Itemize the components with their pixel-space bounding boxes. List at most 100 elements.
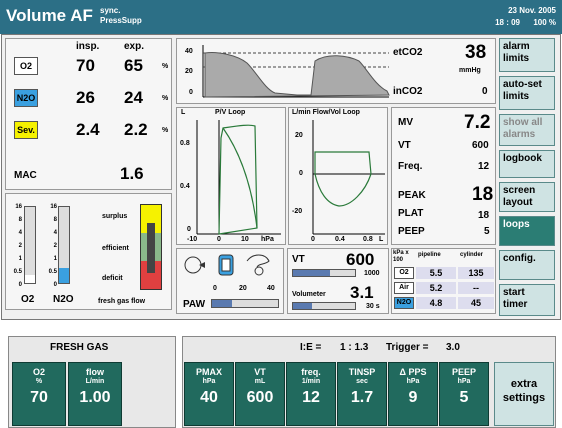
setting-value-1: 600	[246, 389, 274, 406]
pv-loop-panel: P/V Loop L 0.8 0.4 0 -10 0 10 hPa	[176, 107, 286, 245]
fv-tick-20: 20	[295, 132, 303, 139]
n2o-flow-level	[59, 267, 69, 283]
setting-unit-2: 1/min	[301, 378, 321, 385]
freq-label: Freq.	[398, 161, 423, 172]
vt-value: 600	[472, 140, 489, 151]
peak-value: 18	[472, 184, 494, 205]
fg-name-0: O2	[32, 367, 45, 377]
fresh-gas-flow-button[interactable]: flow L/min 1.00	[68, 362, 122, 426]
flow-scale-0-3: 2	[18, 243, 22, 249]
etco2-value: 38	[465, 42, 487, 63]
gas-exp-2: 2.2	[124, 120, 148, 139]
pv-xtick-10: 10	[241, 236, 249, 243]
setting-name-0: PMAX	[195, 367, 222, 377]
volumeter-time: 30 s	[366, 303, 380, 310]
extra-settings-button[interactable]: extra settings	[494, 362, 554, 426]
flow-scale-1-5: 0.5	[48, 269, 57, 275]
side-menu-config-[interactable]: config.	[499, 250, 555, 280]
setting-name-2: freq.	[301, 367, 321, 377]
volumeter-bar-level	[293, 303, 312, 309]
ventilation-mode: Volume AF	[6, 6, 93, 25]
setting-4-button[interactable]: Δ PPS hPa 9	[388, 362, 438, 426]
flow-scale-1-0: 16	[50, 204, 57, 210]
efficiency-bar	[140, 204, 162, 290]
supply-cylinder-2: 45	[458, 297, 494, 309]
flow-scale-1-2: 4	[53, 230, 57, 236]
supply-gas-1: Air	[394, 282, 414, 294]
supply-pipeline-0: 5.5	[416, 267, 456, 279]
setting-unit-0: hPa	[202, 378, 216, 385]
fresh-gas-flow-caption: fresh gas flow	[98, 298, 146, 305]
fresh-gas-O2-button[interactable]: O2% 70	[12, 362, 66, 426]
paw-tick-0: 0	[213, 285, 217, 292]
efficient-label: efficient	[102, 245, 129, 252]
peep-value: 5	[484, 226, 490, 237]
surplus-label: surplus	[102, 213, 128, 220]
vt-bar-level	[293, 270, 331, 276]
paw-bar-level	[212, 300, 232, 307]
flow-scale-1-4: 1	[53, 256, 57, 262]
side-menu-loops[interactable]: loops	[499, 216, 555, 246]
pv-loop-chart	[196, 120, 281, 235]
capnogram-panel: 40 20 0 etCO2 38 mmHg inCO2 0	[176, 38, 496, 104]
extra-settings-label: extra settings	[502, 378, 546, 404]
trigger-value: 3.0	[446, 342, 460, 353]
setting-name-1: VT	[254, 367, 266, 377]
flow-scale-0-2: 4	[18, 230, 22, 236]
side-menu-alarm-limits[interactable]: alarm limits	[499, 38, 555, 72]
setting-value-4: 9	[408, 389, 418, 406]
side-menu-start-timer[interactable]: start timer	[499, 284, 555, 316]
flow-scale-0-5: 0.5	[13, 269, 22, 275]
setting-3-button[interactable]: TINSP sec 1.7	[337, 362, 387, 426]
supply-pipeline-2: 4.8	[416, 297, 456, 309]
supply-unit: kPa x 100	[393, 250, 409, 263]
etco2-unit: mmHg	[459, 67, 481, 74]
flowmeter-panel: 16 8 4 2 1 0.5 0 16 8 4 2 1 0.5 0 O2 N2O surplus eff…	[5, 193, 172, 310]
freq-value: 12	[478, 161, 490, 172]
fg-value-1: 1.00	[79, 389, 111, 406]
peak-label: PEAK	[398, 190, 426, 201]
fv-xtick-0: 0	[311, 236, 315, 243]
vt-bar	[292, 269, 356, 277]
supply-cylinder-1: --	[458, 282, 494, 294]
fv-x-unit: L	[379, 236, 384, 243]
volumeter-value: 3.1	[350, 283, 374, 302]
gas-name-2: Sev.	[14, 121, 38, 139]
gas-panel: insp. exp. MAC 1.6 O2 70 65% N2O 26 24% Sev. 2.…	[5, 38, 172, 190]
setting-value-0: 40	[200, 389, 218, 406]
setting-2-button[interactable]: freq. 1/min 12	[286, 362, 336, 426]
supply-col-pipeline: pipeline	[418, 252, 441, 258]
pv-xtick-neg10: -10	[187, 236, 198, 243]
pv-xtick-0: 0	[217, 236, 221, 243]
side-menu-auto-set-limits[interactable]: auto-set limits	[499, 76, 555, 110]
supply-pipeline-1: 5.2	[416, 282, 456, 294]
side-menu-logbook[interactable]: logbook	[499, 150, 555, 178]
etco2-label: etCO2	[393, 47, 423, 58]
ie-label: I:E =	[300, 342, 322, 353]
header-time: 18 : 09	[495, 18, 520, 27]
fg-unit-0: %	[35, 378, 43, 385]
peep-label: PEEP	[398, 226, 425, 237]
flow-scale-0-0: 16	[15, 204, 22, 210]
setting-value-2: 12	[302, 389, 320, 406]
mode-sub-2: PressSupp	[100, 16, 142, 25]
side-menu-screen-layout[interactable]: screen layout	[499, 182, 555, 212]
setting-1-button[interactable]: VT mL 600	[235, 362, 285, 426]
setting-0-button[interactable]: PMAX hPa 40	[184, 362, 234, 426]
inco2-value: 0	[482, 86, 488, 97]
breathing-system-icons	[184, 254, 270, 276]
plat-value: 18	[478, 210, 490, 221]
resp-values-panel: MV 7.2 VT 600 Freq. 12 PEAK 18 PLAT 18 P…	[391, 107, 496, 245]
o2-flow-label: O2	[21, 294, 35, 305]
setting-5-button[interactable]: PEEP hPa 5	[439, 362, 489, 426]
side-menu-show-all-alarms[interactable]: show all alarms	[499, 114, 555, 146]
volumeter-label: Volumeter	[292, 291, 326, 298]
gas-insp-0: 70	[76, 56, 95, 75]
vt-bar-label: VT	[292, 254, 305, 265]
setting-unit-4: hPa	[406, 378, 420, 385]
mode-sub-1: sync.	[100, 6, 121, 15]
paw-label: PAW	[183, 299, 206, 310]
header-date: 23 Nov. 2005	[508, 6, 556, 15]
gas-unit-0: %	[162, 63, 169, 70]
plat-label: PLAT	[398, 208, 424, 219]
